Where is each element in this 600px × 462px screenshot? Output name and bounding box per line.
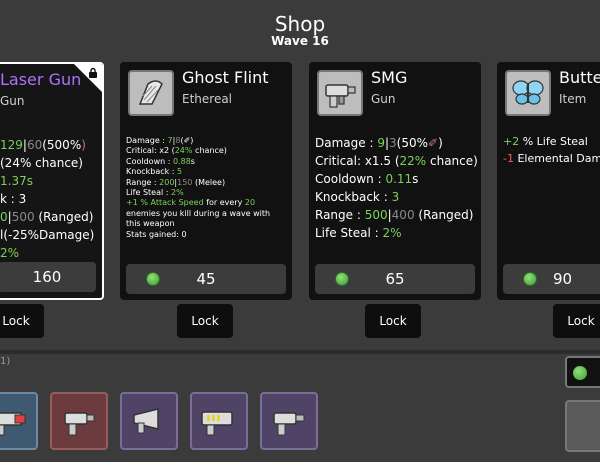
card-name: SMG	[371, 68, 408, 87]
shop-card-laser-gun[interactable]: Laser Gun Gun 129|60(500%) (24% chance) …	[0, 62, 104, 300]
shop-card-ghost-flint[interactable]: Ghost Flint Ethereal Damage : 7|8(✐) Cri…	[120, 62, 292, 300]
smg-icon	[317, 70, 363, 116]
card-stats: Damage : 9|3(50%✐) Critical: x1.5 (22% c…	[315, 136, 478, 240]
butterfly-icon	[505, 70, 551, 116]
section-divider	[0, 350, 600, 354]
inventory-slot[interactable]	[190, 392, 248, 450]
price-value: 90	[553, 270, 573, 288]
lock-button-smg[interactable]: Lock	[365, 304, 421, 338]
shop-title: Shop	[274, 12, 326, 36]
lock-button-butterfly[interactable]: Lock	[553, 304, 600, 338]
inventory-count: 1)	[0, 356, 11, 367]
price-value: 65	[385, 270, 405, 288]
inventory-slot[interactable]	[50, 392, 108, 450]
shop-header: Shop Wave 16	[0, 12, 600, 48]
card-type: Ethereal	[182, 92, 233, 106]
coin-icon	[523, 272, 537, 286]
inventory-slot[interactable]	[260, 392, 318, 450]
price-value: 160	[32, 268, 62, 286]
price-value: 45	[196, 270, 216, 288]
reroll-button[interactable]	[565, 356, 600, 388]
card-type: Gun	[0, 94, 25, 108]
price-bar[interactable]: 45	[126, 264, 286, 294]
card-name: Laser Gun	[0, 70, 82, 89]
price-bar[interactable]: 160	[0, 262, 96, 292]
card-stats: Damage : 7|8(✐) Critical: x2 (24% chance…	[126, 136, 271, 239]
card-type: Item	[559, 92, 587, 106]
inventory-slot[interactable]	[120, 392, 178, 450]
ghost-flint-icon	[128, 70, 174, 116]
card-type: Gun	[371, 92, 396, 106]
inventory-slot[interactable]	[0, 392, 38, 450]
card-stats: 129|60(500%) (24% chance) 1.37s k : 3 0|…	[0, 138, 95, 260]
card-name: Butte	[559, 68, 600, 87]
coin-icon	[573, 366, 587, 380]
shop-card-butterfly[interactable]: Butte Item +2 % Life Steal -1 Elemental …	[497, 62, 600, 300]
price-bar[interactable]: 90	[503, 264, 600, 294]
card-stats: +2 % Life Steal -1 Elemental Dam	[503, 135, 600, 165]
side-panel-button[interactable]	[565, 400, 600, 452]
price-bar[interactable]: 65	[315, 264, 475, 294]
lock-button-ghost-flint[interactable]: Lock	[177, 304, 233, 338]
lock-icon	[89, 67, 97, 78]
shop-card-smg[interactable]: SMG Gun Damage : 9|3(50%✐) Critical: x1.…	[309, 62, 481, 300]
wave-label: Wave 16	[271, 34, 329, 48]
card-name: Ghost Flint	[182, 68, 269, 87]
lock-button-laser-gun[interactable]: Lock	[0, 304, 44, 338]
